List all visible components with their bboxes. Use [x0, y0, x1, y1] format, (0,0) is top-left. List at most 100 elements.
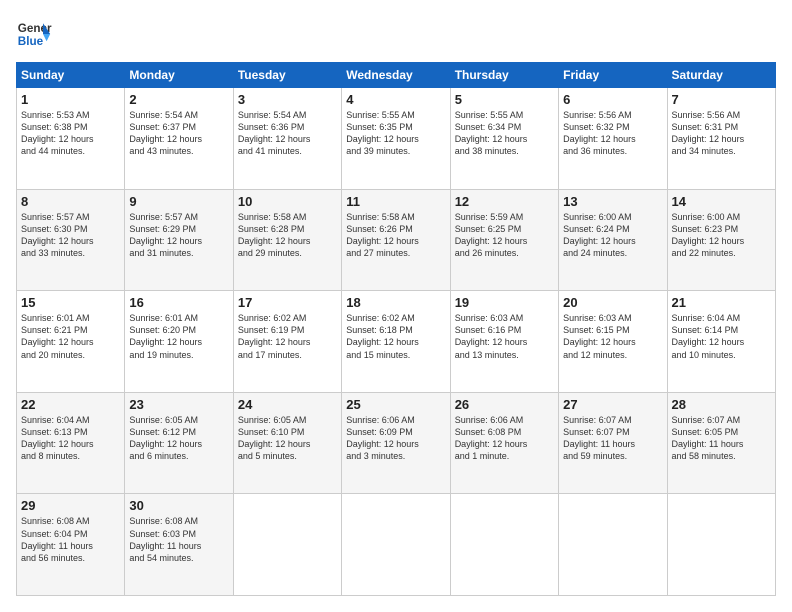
calendar-cell: 7 Sunrise: 5:56 AM Sunset: 6:31 PM Daylig… [667, 88, 775, 190]
day-number: 28 [672, 397, 771, 412]
day-info: Sunrise: 6:06 AM Sunset: 6:08 PM Dayligh… [455, 414, 554, 463]
day-info: Sunrise: 5:58 AM Sunset: 6:28 PM Dayligh… [238, 211, 337, 260]
calendar-cell [667, 494, 775, 596]
calendar-table: SundayMondayTuesdayWednesdayThursdayFrid… [16, 62, 776, 596]
calendar-cell: 13 Sunrise: 6:00 AM Sunset: 6:24 PM Dayli… [559, 189, 667, 291]
day-info: Sunrise: 5:57 AM Sunset: 6:29 PM Dayligh… [129, 211, 228, 260]
calendar-cell: 26 Sunrise: 6:06 AM Sunset: 6:08 PM Dayli… [450, 392, 558, 494]
calendar-cell: 24 Sunrise: 6:05 AM Sunset: 6:10 PM Dayli… [233, 392, 341, 494]
day-info: Sunrise: 6:01 AM Sunset: 6:20 PM Dayligh… [129, 312, 228, 361]
calendar-cell: 25 Sunrise: 6:06 AM Sunset: 6:09 PM Dayli… [342, 392, 450, 494]
day-info: Sunrise: 6:03 AM Sunset: 6:15 PM Dayligh… [563, 312, 662, 361]
calendar-cell: 16Sunrise: 6:01 AM Sunset: 6:20 PM Dayli… [125, 291, 233, 393]
day-number: 25 [346, 397, 445, 412]
day-number: 11 [346, 194, 445, 209]
calendar-cell: 19 Sunrise: 6:03 AM Sunset: 6:16 PM Dayli… [450, 291, 558, 393]
calendar-cell: 5 Sunrise: 5:55 AM Sunset: 6:34 PM Daylig… [450, 88, 558, 190]
day-number: 5 [455, 92, 554, 107]
day-number: 8 [21, 194, 120, 209]
calendar-page: General Blue SundayMondayTuesdayWednesda… [0, 0, 792, 612]
calendar-cell: 3 Sunrise: 5:54 AM Sunset: 6:36 PM Daylig… [233, 88, 341, 190]
day-number: 23 [129, 397, 228, 412]
day-number: 29 [21, 498, 120, 513]
day-info: Sunrise: 6:05 AM Sunset: 6:10 PM Dayligh… [238, 414, 337, 463]
day-info: Sunrise: 5:58 AM Sunset: 6:26 PM Dayligh… [346, 211, 445, 260]
calendar-cell [342, 494, 450, 596]
day-number: 7 [672, 92, 771, 107]
day-info: Sunrise: 6:07 AM Sunset: 6:05 PM Dayligh… [672, 414, 771, 463]
day-number: 20 [563, 295, 662, 310]
calendar-cell: 27Sunrise: 6:07 AM Sunset: 6:07 PM Dayli… [559, 392, 667, 494]
day-info: Sunrise: 6:01 AM Sunset: 6:21 PM Dayligh… [21, 312, 120, 361]
calendar-cell: 1 Sunrise: 5:53 AM Sunset: 6:38 PM Daylig… [17, 88, 125, 190]
day-info: Sunrise: 5:56 AM Sunset: 6:32 PM Dayligh… [563, 109, 662, 158]
calendar-cell: 6 Sunrise: 5:56 AM Sunset: 6:32 PM Daylig… [559, 88, 667, 190]
calendar-cell [233, 494, 341, 596]
day-header-sunday: Sunday [17, 63, 125, 88]
calendar-cell: 22 Sunrise: 6:04 AM Sunset: 6:13 PM Dayli… [17, 392, 125, 494]
calendar-cell: 29 Sunrise: 6:08 AM Sunset: 6:04 PM Dayli… [17, 494, 125, 596]
calendar-cell: 23 Sunrise: 6:05 AM Sunset: 6:12 PM Dayli… [125, 392, 233, 494]
calendar-cell: 8 Sunrise: 5:57 AM Sunset: 6:30 PM Daylig… [17, 189, 125, 291]
day-number: 26 [455, 397, 554, 412]
calendar-week-2: 8 Sunrise: 5:57 AM Sunset: 6:30 PM Daylig… [17, 189, 776, 291]
day-info: Sunrise: 5:59 AM Sunset: 6:25 PM Dayligh… [455, 211, 554, 260]
day-number: 18 [346, 295, 445, 310]
day-number: 19 [455, 295, 554, 310]
day-number: 24 [238, 397, 337, 412]
day-header-friday: Friday [559, 63, 667, 88]
day-info: Sunrise: 5:55 AM Sunset: 6:34 PM Dayligh… [455, 109, 554, 158]
day-info: Sunrise: 6:00 AM Sunset: 6:23 PM Dayligh… [672, 211, 771, 260]
header: General Blue [16, 16, 776, 52]
calendar-cell: 11 Sunrise: 5:58 AM Sunset: 6:26 PM Dayli… [342, 189, 450, 291]
day-info: Sunrise: 6:02 AM Sunset: 6:19 PM Dayligh… [238, 312, 337, 361]
day-info: Sunrise: 6:08 AM Sunset: 6:04 PM Dayligh… [21, 515, 120, 564]
day-number: 30 [129, 498, 228, 513]
day-info: Sunrise: 6:04 AM Sunset: 6:14 PM Dayligh… [672, 312, 771, 361]
calendar-cell: 21 Sunrise: 6:04 AM Sunset: 6:14 PM Dayli… [667, 291, 775, 393]
calendar-cell: 12 Sunrise: 5:59 AM Sunset: 6:25 PM Dayli… [450, 189, 558, 291]
day-header-thursday: Thursday [450, 63, 558, 88]
calendar-cell: 2Sunrise: 5:54 AM Sunset: 6:37 PM Daylig… [125, 88, 233, 190]
calendar-cell: 9 Sunrise: 5:57 AM Sunset: 6:29 PM Daylig… [125, 189, 233, 291]
calendar-cell: 28 Sunrise: 6:07 AM Sunset: 6:05 PM Dayli… [667, 392, 775, 494]
day-info: Sunrise: 6:02 AM Sunset: 6:18 PM Dayligh… [346, 312, 445, 361]
day-number: 9 [129, 194, 228, 209]
calendar-cell: 4 Sunrise: 5:55 AM Sunset: 6:35 PM Daylig… [342, 88, 450, 190]
calendar-cell: 17 Sunrise: 6:02 AM Sunset: 6:19 PM Dayli… [233, 291, 341, 393]
logo-icon: General Blue [16, 16, 52, 52]
day-info: Sunrise: 6:00 AM Sunset: 6:24 PM Dayligh… [563, 211, 662, 260]
day-info: Sunrise: 6:06 AM Sunset: 6:09 PM Dayligh… [346, 414, 445, 463]
day-info: Sunrise: 6:07 AM Sunset: 6:07 PM Dayligh… [563, 414, 662, 463]
day-info: Sunrise: 5:53 AM Sunset: 6:38 PM Dayligh… [21, 109, 120, 158]
day-number: 15 [21, 295, 120, 310]
day-number: 17 [238, 295, 337, 310]
calendar-cell: 30 Sunrise: 6:08 AM Sunset: 6:03 PM Dayli… [125, 494, 233, 596]
day-header-saturday: Saturday [667, 63, 775, 88]
day-info: Sunrise: 5:54 AM Sunset: 6:37 PM Dayligh… [129, 109, 228, 158]
day-info: Sunrise: 6:05 AM Sunset: 6:12 PM Dayligh… [129, 414, 228, 463]
day-info: Sunrise: 5:55 AM Sunset: 6:35 PM Dayligh… [346, 109, 445, 158]
day-number: 21 [672, 295, 771, 310]
day-number: 6 [563, 92, 662, 107]
day-info: Sunrise: 6:03 AM Sunset: 6:16 PM Dayligh… [455, 312, 554, 361]
calendar-week-3: 15 Sunrise: 6:01 AM Sunset: 6:21 PM Dayli… [17, 291, 776, 393]
day-number: 10 [238, 194, 337, 209]
day-info: Sunrise: 6:08 AM Sunset: 6:03 PM Dayligh… [129, 515, 228, 564]
day-number: 22 [21, 397, 120, 412]
day-info: Sunrise: 5:57 AM Sunset: 6:30 PM Dayligh… [21, 211, 120, 260]
calendar-week-4: 22 Sunrise: 6:04 AM Sunset: 6:13 PM Dayli… [17, 392, 776, 494]
day-number: 13 [563, 194, 662, 209]
day-info: Sunrise: 6:04 AM Sunset: 6:13 PM Dayligh… [21, 414, 120, 463]
calendar-cell: 14 Sunrise: 6:00 AM Sunset: 6:23 PM Dayli… [667, 189, 775, 291]
calendar-cell: 10 Sunrise: 5:58 AM Sunset: 6:28 PM Dayli… [233, 189, 341, 291]
day-number: 1 [21, 92, 120, 107]
day-number: 4 [346, 92, 445, 107]
calendar-cell [559, 494, 667, 596]
svg-text:Blue: Blue [18, 35, 44, 48]
day-info: Sunrise: 5:56 AM Sunset: 6:31 PM Dayligh… [672, 109, 771, 158]
day-number: 12 [455, 194, 554, 209]
day-number: 14 [672, 194, 771, 209]
day-info: Sunrise: 5:54 AM Sunset: 6:36 PM Dayligh… [238, 109, 337, 158]
day-number: 3 [238, 92, 337, 107]
